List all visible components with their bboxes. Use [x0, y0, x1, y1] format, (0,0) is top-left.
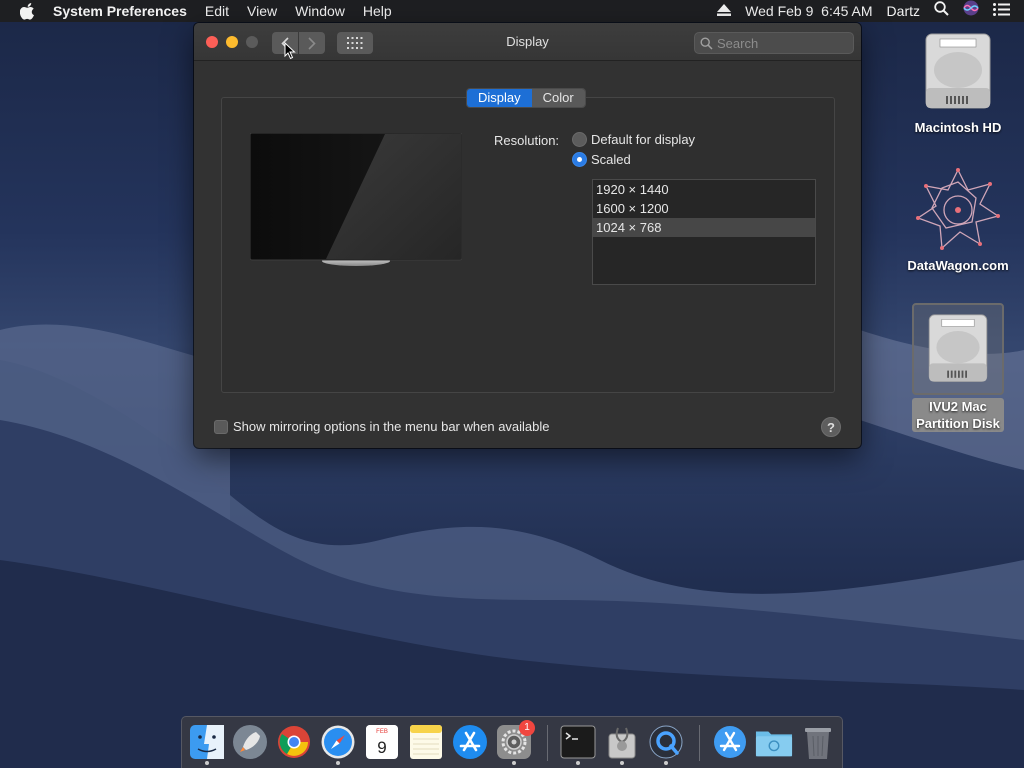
disk-utility-icon [608, 727, 636, 759]
running-indicator [620, 761, 624, 765]
finder-icon [190, 725, 224, 759]
desktop-icon-macintosh-hd[interactable]: Macintosh HD [903, 30, 1013, 136]
calendar-day: 9 [377, 738, 386, 757]
running-indicator [576, 761, 580, 765]
menu-view[interactable]: View [238, 0, 286, 22]
dock-disk-utility[interactable] [603, 722, 641, 765]
dock-notes[interactable] [407, 722, 445, 762]
radio-default-for-display[interactable]: Default for display [572, 132, 695, 147]
dock-system-preferences[interactable]: 1 [495, 720, 535, 765]
dock-quicktime[interactable] [647, 722, 685, 765]
monitor-icon [250, 133, 462, 266]
tab-color[interactable]: Color [531, 89, 585, 107]
hard-drive-icon [925, 33, 991, 109]
apple-menu-icon[interactable] [20, 2, 36, 20]
help-button[interactable]: ? [821, 417, 841, 437]
notification-center-icon[interactable] [986, 0, 1024, 22]
launchpad-rocket-icon [233, 725, 267, 759]
running-indicator [336, 761, 340, 765]
notification-badge: 1 [519, 720, 535, 736]
eject-icon[interactable] [710, 0, 738, 22]
running-indicator [205, 761, 209, 765]
desktop-icon-label: Macintosh HD [914, 120, 1002, 135]
display-preferences-window: Display Display Color R [194, 23, 861, 448]
radio-button-unselected[interactable] [572, 132, 587, 147]
menu-app-name[interactable]: System Preferences [44, 0, 196, 22]
desktop-icon-ivu2-partition-disk[interactable]: IVU2 Mac Partition Disk [903, 303, 1013, 432]
mirroring-checkbox[interactable] [214, 419, 228, 434]
icon-selection-box [912, 303, 1004, 395]
dock-applications-stack[interactable] [711, 722, 749, 762]
terminal-icon [560, 725, 596, 759]
spotlight-icon[interactable] [927, 0, 956, 22]
dock-separator [699, 725, 700, 761]
calendar-icon: FEB 9 [366, 725, 398, 759]
folder-icon [755, 731, 793, 757]
chrome-icon [278, 726, 310, 758]
notes-icon [410, 725, 442, 759]
calendar-month: FEB [376, 729, 388, 735]
app-store-icon [453, 725, 487, 759]
desktop-icon-datawagon[interactable]: DataWagon.com [903, 168, 1013, 274]
quicktime-icon [649, 725, 683, 759]
dock-chrome[interactable] [275, 722, 313, 762]
menu-help[interactable]: Help [354, 0, 401, 22]
menu-window[interactable]: Window [286, 0, 354, 22]
menu-user[interactable]: Dartz [880, 0, 927, 22]
app-store-icon [714, 726, 746, 758]
search-field[interactable] [694, 32, 854, 54]
mouse-cursor-icon [284, 42, 296, 60]
resolution-item[interactable]: 1920 × 1440 [593, 180, 815, 199]
mirroring-label: Show mirroring options in the menu bar w… [233, 419, 550, 434]
dock-launchpad[interactable] [231, 722, 269, 762]
tab-display[interactable]: Display [467, 89, 532, 107]
radio-scaled-label: Scaled [591, 152, 631, 167]
desktop-icon-label-line1: IVU2 Mac [929, 399, 987, 414]
search-input[interactable] [717, 35, 847, 51]
dock-calendar[interactable]: FEB 9 [363, 722, 401, 762]
radio-button-selected[interactable] [572, 152, 587, 167]
siri-icon[interactable] [956, 0, 986, 22]
scaled-resolution-list[interactable]: 1920 × 1440 1600 × 1200 1024 × 768 [592, 179, 816, 285]
resolution-item[interactable]: 1600 × 1200 [593, 199, 815, 218]
radio-default-label: Default for display [591, 132, 696, 147]
dock-trash[interactable] [799, 722, 837, 762]
dock-downloads-folder[interactable] [755, 722, 793, 762]
dock: FEB 9 1 [181, 716, 843, 768]
mirroring-option[interactable]: Show mirroring options in the menu bar w… [214, 419, 550, 434]
desktop-icon-label: IVU2 Mac Partition Disk [912, 398, 1004, 432]
dock-safari[interactable] [319, 722, 357, 765]
resolution-label: Resolution: [494, 133, 560, 148]
radio-scaled[interactable]: Scaled [572, 152, 631, 167]
dock-terminal[interactable] [559, 722, 597, 765]
trash-icon [805, 728, 831, 759]
running-indicator [512, 761, 516, 765]
dock-finder[interactable] [188, 722, 226, 765]
safari-compass-icon [321, 725, 355, 759]
running-indicator [664, 761, 668, 765]
dock-separator [547, 725, 548, 761]
hard-drive-icon [928, 314, 988, 382]
desktop-icon-label: DataWagon.com [907, 258, 1009, 273]
dock-app-store[interactable] [451, 722, 489, 762]
display-color-tabs: Display Color [466, 88, 586, 108]
resolution-item-selected[interactable]: 1024 × 768 [593, 218, 815, 237]
datawagon-logo-icon [916, 168, 1000, 250]
menu-edit[interactable]: Edit [196, 0, 238, 22]
menu-clock[interactable]: Wed Feb 9 6:45 AM [738, 0, 879, 22]
desktop-icon-label-line2: Partition Disk [916, 416, 1000, 431]
search-icon [700, 36, 713, 50]
menu-bar: System Preferences Edit View Window Help… [0, 0, 1024, 22]
